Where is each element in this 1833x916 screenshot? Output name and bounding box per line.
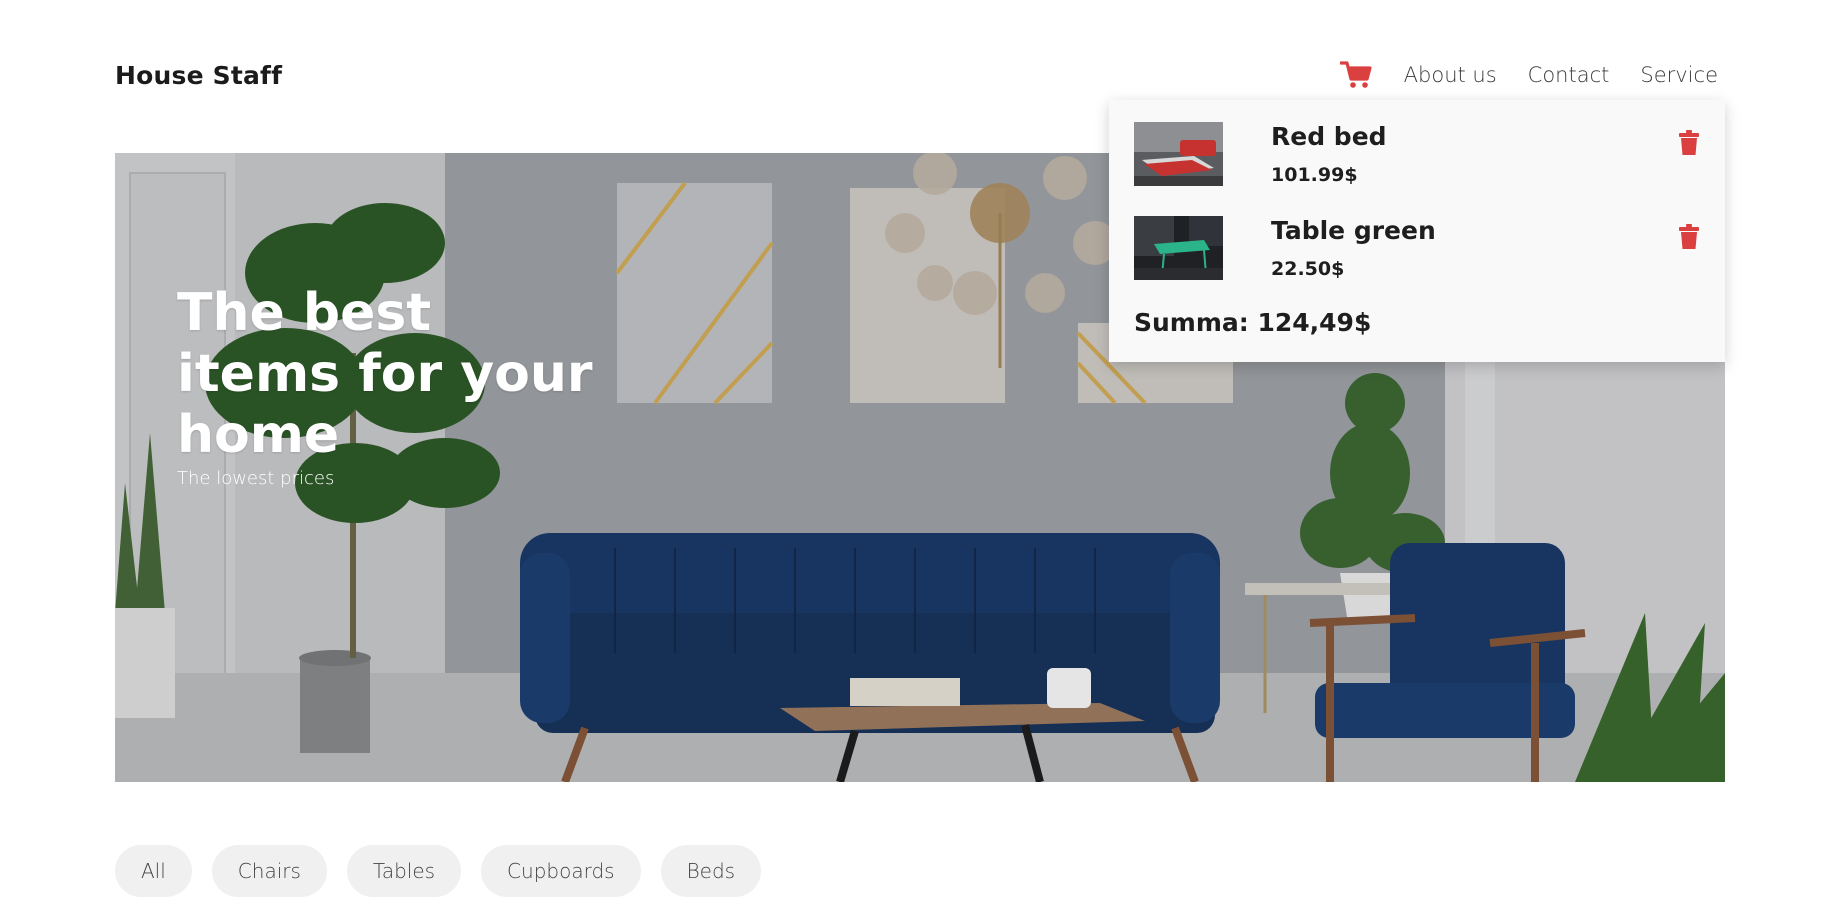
filter-cupboards-button[interactable]: Cupboards: [481, 845, 641, 897]
cart-item: Table green 22.50$: [1134, 216, 1700, 286]
cart-total: Summa: 124,49$: [1134, 308, 1372, 337]
category-filters: All Chairs Tables Cupboards Beds: [115, 845, 762, 897]
hero-text-block: The best items for your home The lowest …: [177, 283, 597, 489]
cart-item-price: 101.99$: [1271, 164, 1358, 186]
cart-item-name: Table green: [1271, 216, 1436, 245]
cart-item: Red bed 101.99$: [1134, 122, 1700, 192]
site-logo[interactable]: House Staff: [115, 61, 282, 90]
main-nav: About us Contact Service: [1339, 58, 1718, 92]
page: House Staff About us Contact Service The…: [0, 0, 1833, 916]
cart-item-price: 22.50$: [1271, 258, 1345, 280]
red-bed-thumbnail: [1134, 122, 1223, 186]
filter-chairs-button[interactable]: Chairs: [211, 845, 327, 897]
nav-about-link[interactable]: About us: [1404, 63, 1497, 87]
cart-dropdown: Red bed 101.99$ Table green 22.50$ Summa…: [1109, 100, 1725, 362]
nav-service-link[interactable]: Service: [1640, 63, 1718, 87]
hero-title: The best items for your home: [177, 283, 593, 465]
filter-all-button[interactable]: All: [115, 845, 192, 897]
filter-tables-button[interactable]: Tables: [346, 845, 462, 897]
cart-item-name: Red bed: [1271, 122, 1387, 151]
trash-icon[interactable]: [1678, 130, 1700, 156]
hero-subtitle: The lowest prices: [177, 468, 335, 489]
green-table-thumbnail: [1134, 216, 1223, 280]
shopping-cart-icon[interactable]: [1339, 58, 1373, 92]
nav-contact-link[interactable]: Contact: [1528, 63, 1610, 87]
trash-icon[interactable]: [1678, 224, 1700, 250]
header: House Staff About us Contact Service: [115, 50, 1718, 100]
filter-beds-button[interactable]: Beds: [660, 845, 762, 897]
